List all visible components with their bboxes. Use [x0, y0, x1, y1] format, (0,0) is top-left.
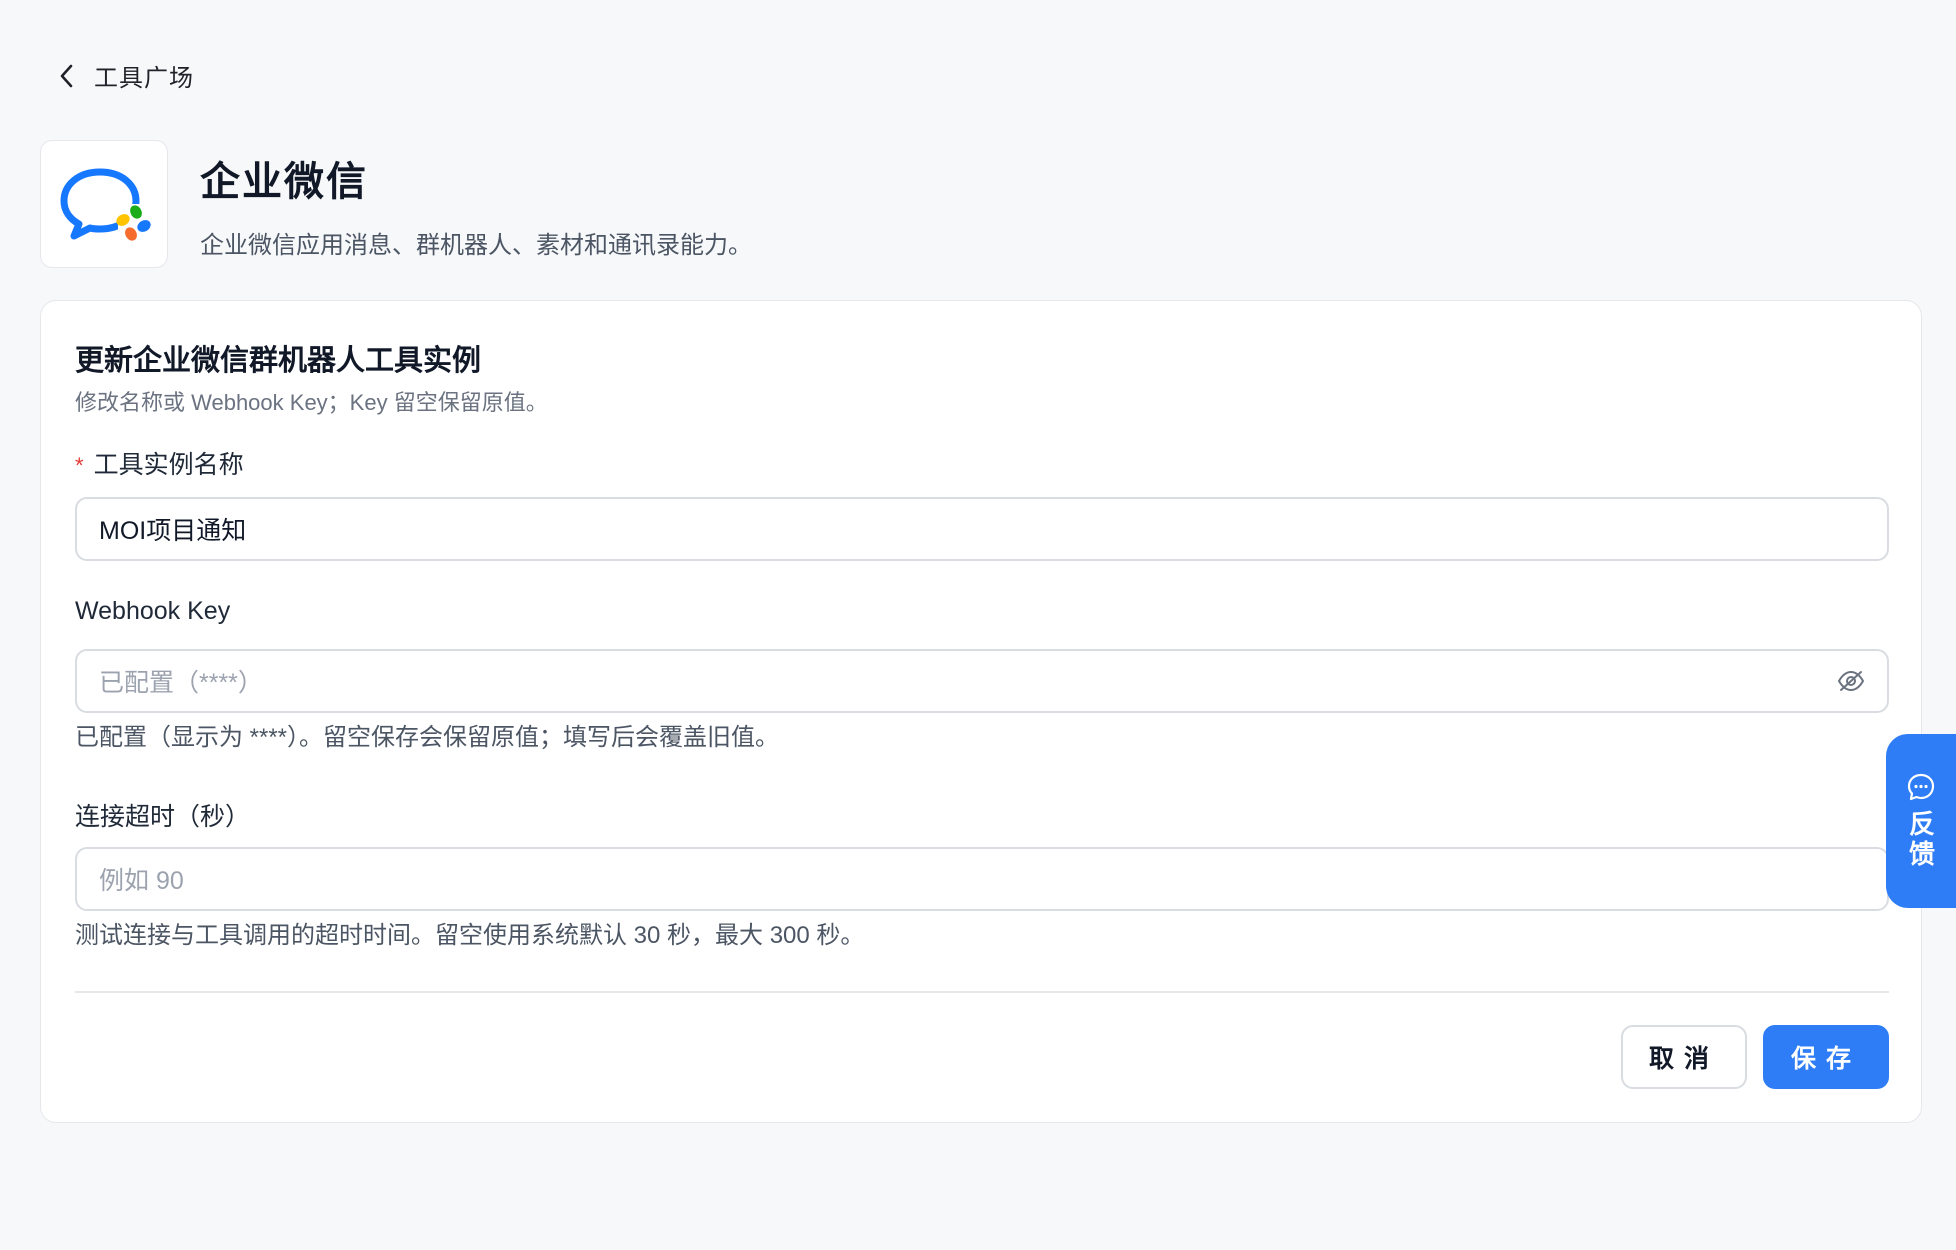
timeout-placeholder: 例如 90 [99, 867, 184, 895]
cancel-button[interactable]: 取消 [1621, 1025, 1747, 1089]
edit-form-card: 更新企业微信群机器人工具实例 修改名称或 Webhook Key；Key 留空保… [40, 300, 1922, 1123]
instance-name-input[interactable]: MOI项目通知 [75, 497, 1889, 561]
name-field-label: * 工具实例名称 [75, 445, 244, 481]
chat-bubble-icon [1907, 773, 1935, 801]
chevron-left-icon [60, 64, 73, 87]
timeout-field-label: 连接超时（秒） [75, 803, 251, 831]
required-mark: * [75, 453, 84, 478]
form-subtitle: 修改名称或 Webhook Key；Key 留空保留原值。 [75, 390, 548, 415]
back-label: 工具广场 [94, 65, 194, 92]
webhook-key-input[interactable]: 已配置（****） [75, 649, 1889, 713]
wecom-logo-icon [40, 140, 168, 268]
webhook-key-placeholder: 已配置（****） [99, 669, 263, 697]
name-field-label-text: 工具实例名称 [93, 451, 244, 479]
webhook-key-label: Webhook Key [75, 597, 231, 625]
app-title: 企业微信 [200, 159, 368, 204]
feedback-button[interactable]: 反馈 [1886, 734, 1956, 908]
save-button[interactable]: 保存 [1763, 1025, 1889, 1089]
timeout-hint: 测试连接与工具调用的超时时间。留空使用系统默认 30 秒，最大 300 秒。 [75, 922, 865, 949]
back-link[interactable]: 工具广场 [58, 58, 194, 93]
divider [75, 991, 1889, 993]
instance-name-value: MOI项目通知 [99, 517, 247, 545]
form-title: 更新企业微信群机器人工具实例 [75, 345, 482, 377]
app-description: 企业微信应用消息、群机器人、素材和通讯录能力。 [200, 231, 752, 259]
app-header: 企业微信 企业微信应用消息、群机器人、素材和通讯录能力。 [40, 140, 752, 268]
timeout-input[interactable]: 例如 90 [75, 847, 1889, 911]
webhook-key-hint: 已配置（显示为 ****）。留空保存会保留原值；填写后会覆盖旧值。 [75, 724, 780, 751]
eye-off-icon[interactable] [1837, 669, 1865, 693]
feedback-label: 反馈 [1905, 810, 1936, 870]
